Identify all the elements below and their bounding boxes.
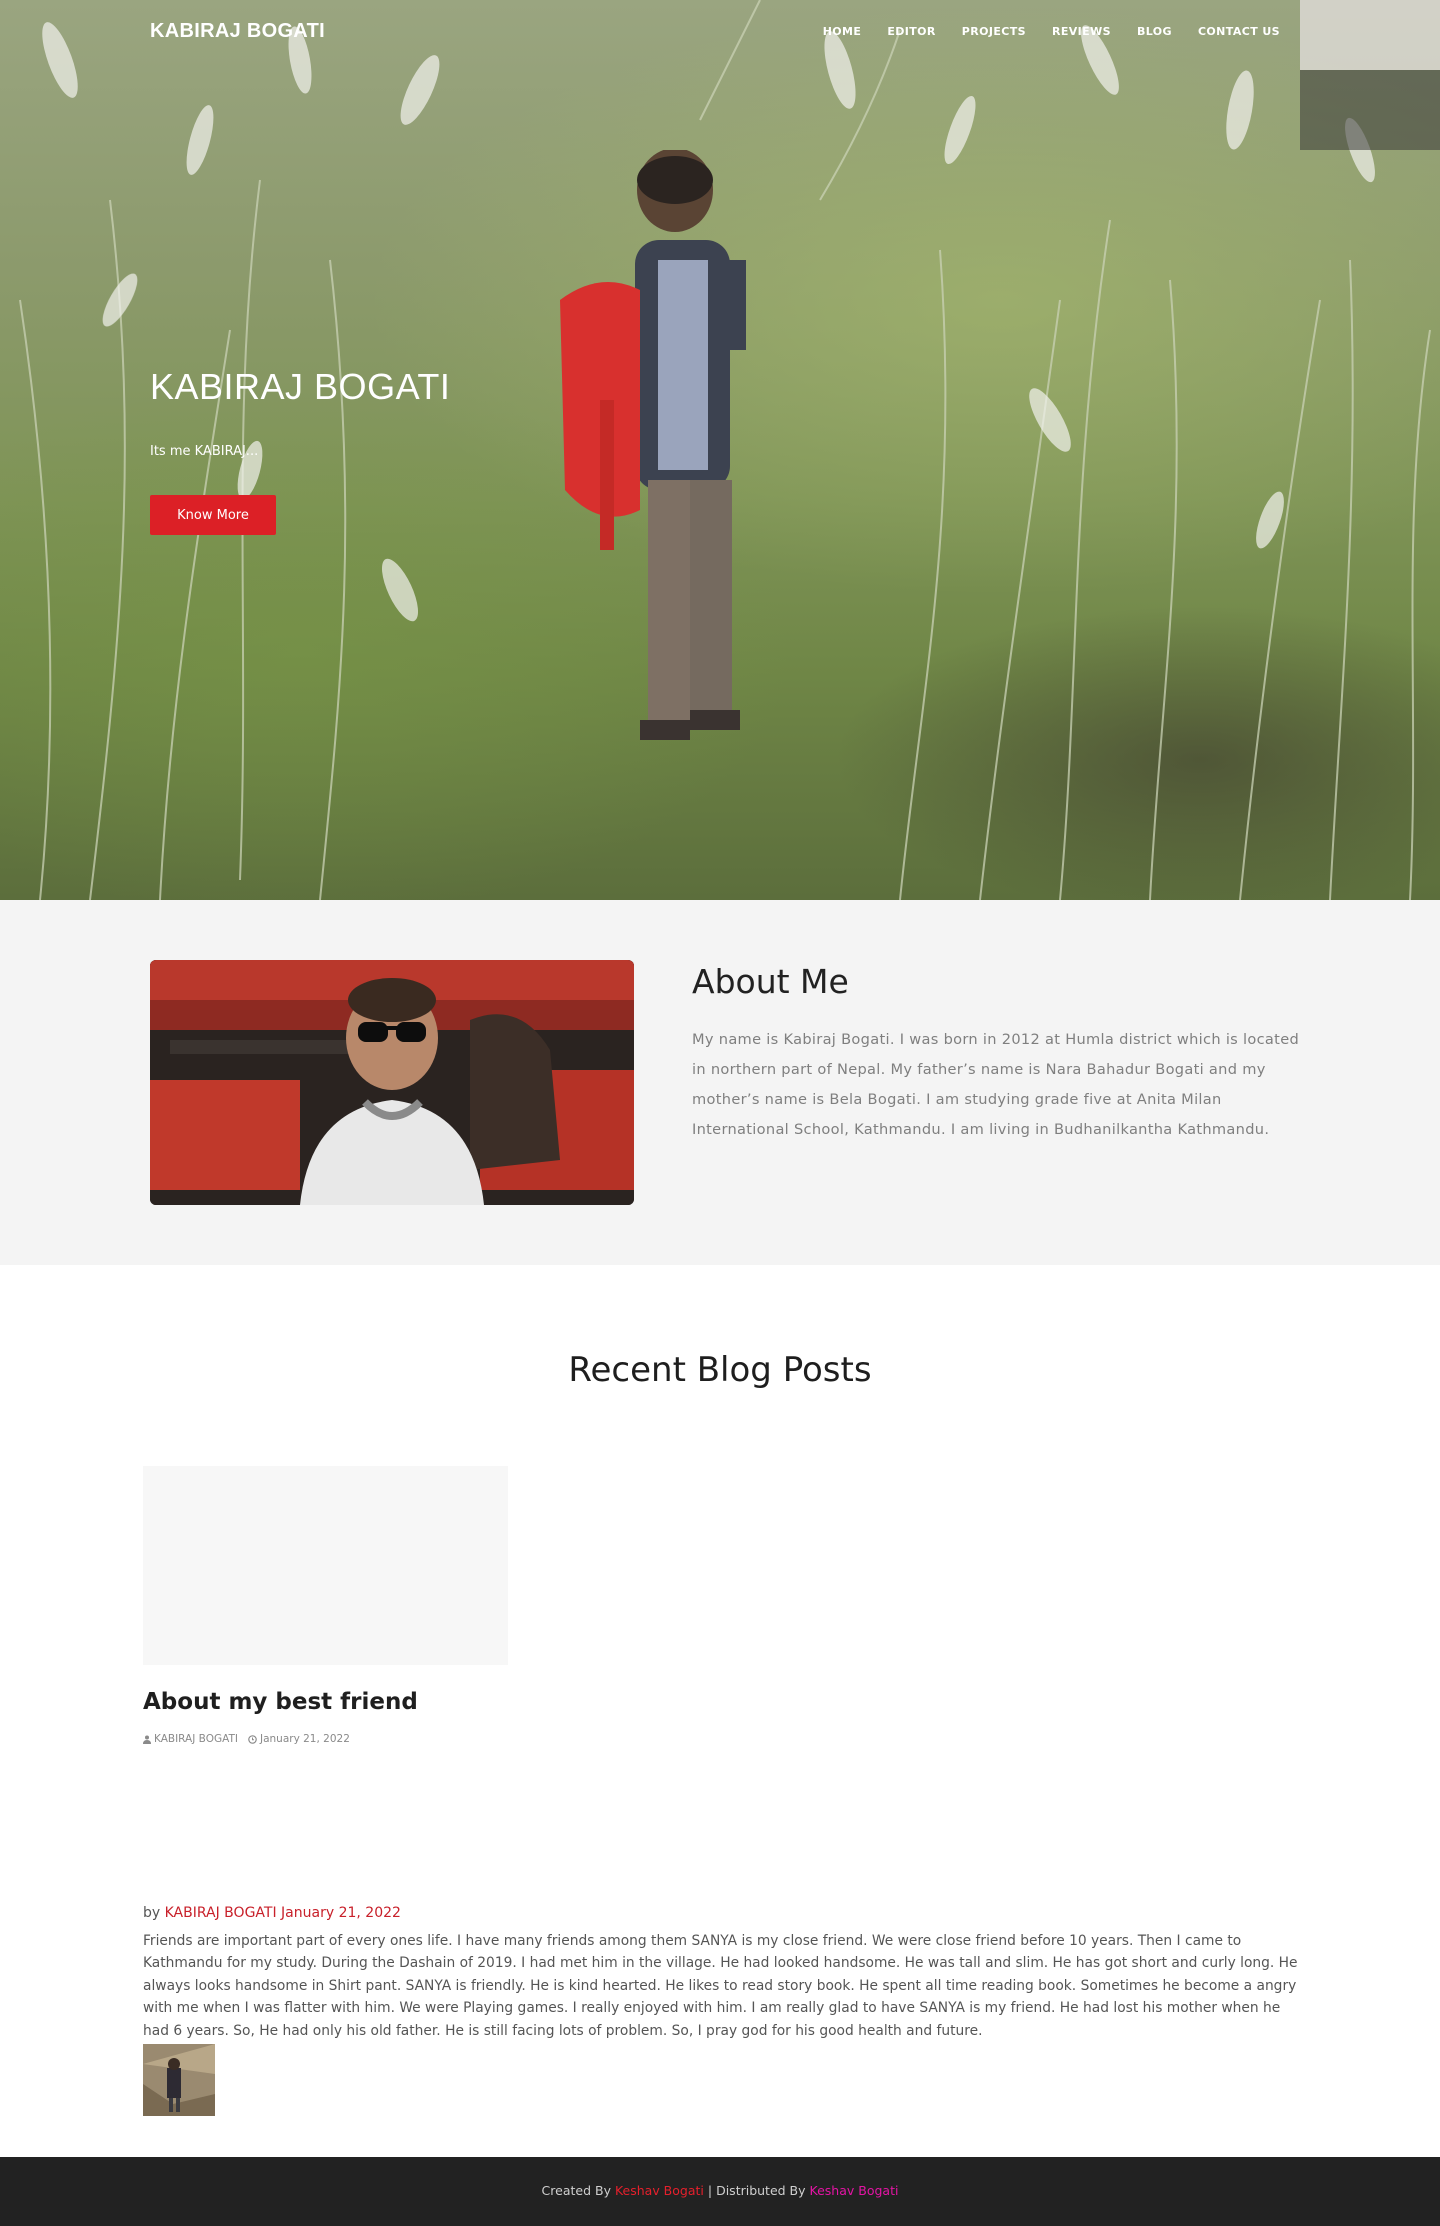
nav-item-editor[interactable]: EDITOR [887, 25, 935, 38]
hero-boy-figure [560, 150, 746, 740]
post-by-label: by [143, 1905, 161, 1921]
blog-card-image-placeholder[interactable] [143, 1466, 508, 1665]
about-title: About Me [692, 962, 849, 1001]
brand-logo[interactable]: KABIRAJ BOGATI [150, 20, 325, 43]
footer-created-label: Created By [541, 2183, 611, 2198]
nav-item-projects[interactable]: PROJECTS [962, 25, 1026, 38]
nav-item-home[interactable]: HOME [823, 25, 862, 38]
footer-distributed-label: Distributed By [716, 2183, 806, 2198]
clock-icon [248, 1734, 257, 1744]
nav-item-blog[interactable]: BLOG [1137, 25, 1172, 38]
recent-blog-posts-heading: Recent Blog Posts [568, 1350, 872, 1390]
post-author-link[interactable]: KABIRAJ BOGATI [165, 1905, 277, 1921]
blog-card-author[interactable]: KABIRAJ BOGATI [143, 1733, 238, 1745]
footer: Created By Keshav Bogati | Distributed B… [0, 2157, 1440, 2226]
post-thumbnail-picture [143, 2044, 215, 2116]
nav-item-reviews[interactable]: REVIEWS [1052, 25, 1111, 38]
blog-card-author-label: KABIRAJ BOGATI [154, 1733, 238, 1745]
footer-separator: | [707, 2183, 713, 2198]
about-section: About Me My name is Kabiraj Bogati. I wa… [0, 900, 1440, 1265]
blog-card-meta: KABIRAJ BOGATI January 21, 2022 [143, 1733, 350, 1745]
post-body-text: Friends are important part of every ones… [143, 1933, 1298, 2039]
post-thumbnail-image[interactable] [143, 2044, 215, 2116]
blog-card-date-label: January 21, 2022 [259, 1733, 350, 1745]
hero-title: KABIRAJ BOGATI [150, 366, 451, 407]
about-photo [150, 960, 634, 1205]
footer-distributed-link[interactable]: Keshav Bogati [810, 2183, 899, 2198]
know-more-button[interactable]: Know More [150, 495, 276, 535]
hero-subtitle: Its me KABIRAJ... [150, 444, 259, 459]
top-navbar: KABIRAJ BOGATI HOME EDITOR PROJECTS REVI… [0, 0, 1440, 66]
about-photo-image [150, 960, 634, 1205]
blog-card-date[interactable]: January 21, 2022 [248, 1733, 350, 1745]
post-date-link[interactable]: January 21, 2022 [281, 1905, 401, 1921]
about-description: My name is Kabiraj Bogati. I was born in… [692, 1031, 1300, 1138]
blog-card-title[interactable]: About my best friend [143, 1689, 418, 1715]
post-byline: by KABIRAJ BOGATI January 21, 2022 [143, 1905, 401, 1921]
hero-section: KABIRAJ BOGATI HOME EDITOR PROJECTS REVI… [0, 0, 1440, 900]
footer-created-link[interactable]: Keshav Bogati [615, 2183, 704, 2198]
user-icon [143, 1735, 151, 1744]
nav-menu: HOME EDITOR PROJECTS REVIEWS BLOG CONTAC… [823, 25, 1280, 38]
nav-item-contact-us[interactable]: CONTACT US [1198, 25, 1280, 38]
